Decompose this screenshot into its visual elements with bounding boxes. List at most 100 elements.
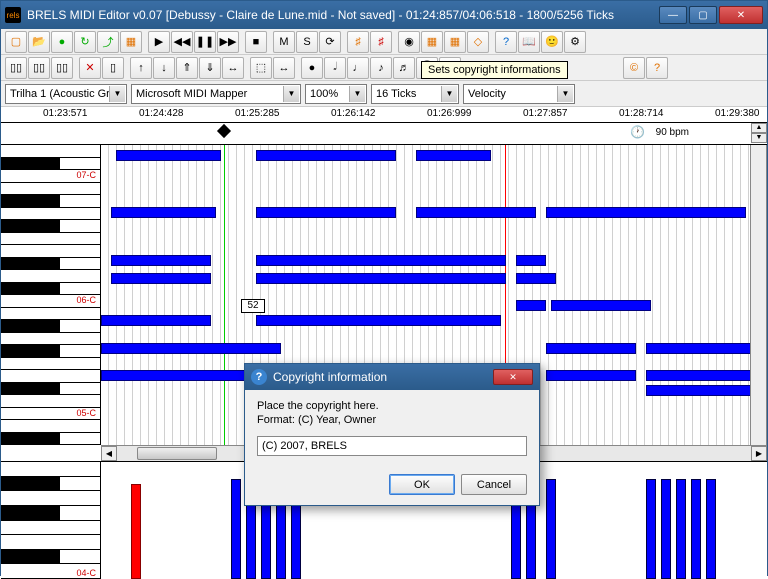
midi-note[interactable]	[256, 315, 501, 326]
velocity-bar[interactable]	[231, 479, 241, 579]
velocity-bar[interactable]	[646, 479, 656, 579]
sixteenth-note-button[interactable]: ♬	[393, 57, 415, 79]
tool2-button[interactable]: ▯▯	[28, 57, 50, 79]
midi-note[interactable]	[546, 207, 746, 218]
ok-button[interactable]: OK	[389, 474, 455, 495]
docs-button[interactable]: 📖	[518, 31, 540, 53]
midi-note[interactable]	[646, 370, 756, 381]
octave-up-button[interactable]: ⇑	[176, 57, 198, 79]
about-button[interactable]: 🙂	[541, 31, 563, 53]
tool3-button[interactable]: ▯▯	[51, 57, 73, 79]
mixer2-button[interactable]: ♯	[370, 31, 392, 53]
maximize-button[interactable]: ▢	[689, 6, 717, 24]
open-button[interactable]: 📂	[28, 31, 50, 53]
preferences-button[interactable]: ⚙	[564, 31, 586, 53]
scroll-down-button[interactable]: ▼	[751, 133, 767, 143]
dialog-close-button[interactable]: ✕	[493, 369, 533, 385]
velocity-bar[interactable]	[661, 479, 671, 579]
scroll-thumb[interactable]	[137, 447, 217, 460]
eighth-note-button[interactable]: ♪	[370, 57, 392, 79]
midi-note[interactable]	[546, 343, 636, 354]
midi-note[interactable]	[416, 150, 491, 161]
help2-button[interactable]: ?	[646, 57, 668, 79]
pause-button[interactable]: ❚❚	[194, 31, 216, 53]
stop-button[interactable]: ■	[245, 31, 267, 53]
chevron-down-icon[interactable]: ▼	[109, 86, 125, 102]
chevron-down-icon[interactable]: ▼	[349, 86, 365, 102]
zoom-select[interactable]: 100% ▼	[305, 84, 367, 104]
midi-note[interactable]	[546, 370, 636, 381]
loop-button[interactable]: ⟳	[319, 31, 341, 53]
midi-note[interactable]	[101, 343, 281, 354]
tempo-track[interactable]: 🕐 90 bpm ▲ ▼	[1, 123, 767, 145]
half-note-button[interactable]: 𝅗𝅥	[324, 57, 346, 79]
velocity-bar[interactable]	[706, 479, 716, 579]
velocity-bar[interactable]	[546, 479, 556, 579]
mixer-button[interactable]: ♯	[347, 31, 369, 53]
copyright-input[interactable]	[257, 436, 527, 456]
midi-note[interactable]	[646, 385, 756, 396]
eraser-button[interactable]: ◇	[467, 31, 489, 53]
midi-note[interactable]	[256, 150, 396, 161]
midi-note[interactable]	[516, 255, 546, 266]
midi-note[interactable]	[101, 315, 211, 326]
cancel-button[interactable]: Cancel	[461, 474, 527, 495]
midi-note[interactable]	[646, 343, 756, 354]
vertical-scrollbar[interactable]	[750, 145, 766, 445]
marquee-button[interactable]: ⬚	[250, 57, 272, 79]
new-button[interactable]: ▢	[5, 31, 27, 53]
track-select[interactable]: Trilha 1 (Acoustic Grar ▼	[5, 84, 127, 104]
velocity-bar[interactable]	[131, 484, 141, 579]
chevron-down-icon[interactable]: ▼	[441, 86, 457, 102]
whole-note-button[interactable]: ●	[301, 57, 323, 79]
midi-note[interactable]	[256, 255, 506, 266]
param-select[interactable]: Velocity ▼	[463, 84, 575, 104]
record-button[interactable]: ◉	[398, 31, 420, 53]
midi-note[interactable]	[111, 273, 211, 284]
delete-button[interactable]: ✕	[79, 57, 101, 79]
piano-keyboard[interactable]: 07-C 06-C 05-C	[1, 145, 101, 445]
select2-button[interactable]: ▦	[444, 31, 466, 53]
copy-button[interactable]: ▯	[102, 57, 124, 79]
velocity-bar[interactable]	[676, 479, 686, 579]
solo-button[interactable]: S	[296, 31, 318, 53]
scroll-left-button[interactable]: ◀	[101, 446, 117, 461]
tempo-marker-icon[interactable]	[217, 124, 231, 138]
midi-note[interactable]	[551, 300, 651, 311]
device-select[interactable]: Microsoft MIDI Mapper ▼	[131, 84, 301, 104]
export-button[interactable]: ⤴	[97, 31, 119, 53]
save-button[interactable]: ●	[51, 31, 73, 53]
midi-note[interactable]	[416, 207, 536, 218]
move-up-button[interactable]: ↑	[130, 57, 152, 79]
midi-note[interactable]	[516, 273, 556, 284]
copyright-button[interactable]: ©	[623, 57, 645, 79]
midi-note[interactable]	[256, 207, 396, 218]
pan-button[interactable]: ↔	[273, 57, 295, 79]
octave-down-button[interactable]: ⇓	[199, 57, 221, 79]
midi-note[interactable]	[116, 150, 221, 161]
snap-select[interactable]: 16 Ticks ▼	[371, 84, 459, 104]
chevron-down-icon[interactable]: ▼	[283, 86, 299, 102]
select1-button[interactable]: ▦	[421, 31, 443, 53]
chevron-down-icon[interactable]: ▼	[557, 86, 573, 102]
scroll-right-button[interactable]: ▶	[751, 446, 767, 461]
close-button[interactable]: ✕	[719, 6, 763, 24]
midi-note[interactable]	[516, 300, 546, 311]
forward-button[interactable]: ▶▶	[217, 31, 239, 53]
midi-note[interactable]	[111, 255, 211, 266]
grid-button[interactable]: ▦	[120, 31, 142, 53]
midi-note[interactable]	[256, 273, 506, 284]
stretch-button[interactable]: ↔	[222, 57, 244, 79]
scroll-up-button[interactable]: ▲	[751, 123, 767, 133]
velocity-bar[interactable]	[691, 479, 701, 579]
tool1-button[interactable]: ▯▯	[5, 57, 27, 79]
rewind-button[interactable]: ◀◀	[171, 31, 193, 53]
move-down-button[interactable]: ↓	[153, 57, 175, 79]
minimize-button[interactable]: —	[659, 6, 687, 24]
time-ruler[interactable]: 01:23:571 01:24:428 01:25:285 01:26:142 …	[1, 107, 767, 123]
quarter-note-button[interactable]: ♩	[347, 57, 369, 79]
midi-note[interactable]	[111, 207, 216, 218]
help-button[interactable]: ?	[495, 31, 517, 53]
reload-button[interactable]: ↻	[74, 31, 96, 53]
play-button[interactable]: ▶	[148, 31, 170, 53]
